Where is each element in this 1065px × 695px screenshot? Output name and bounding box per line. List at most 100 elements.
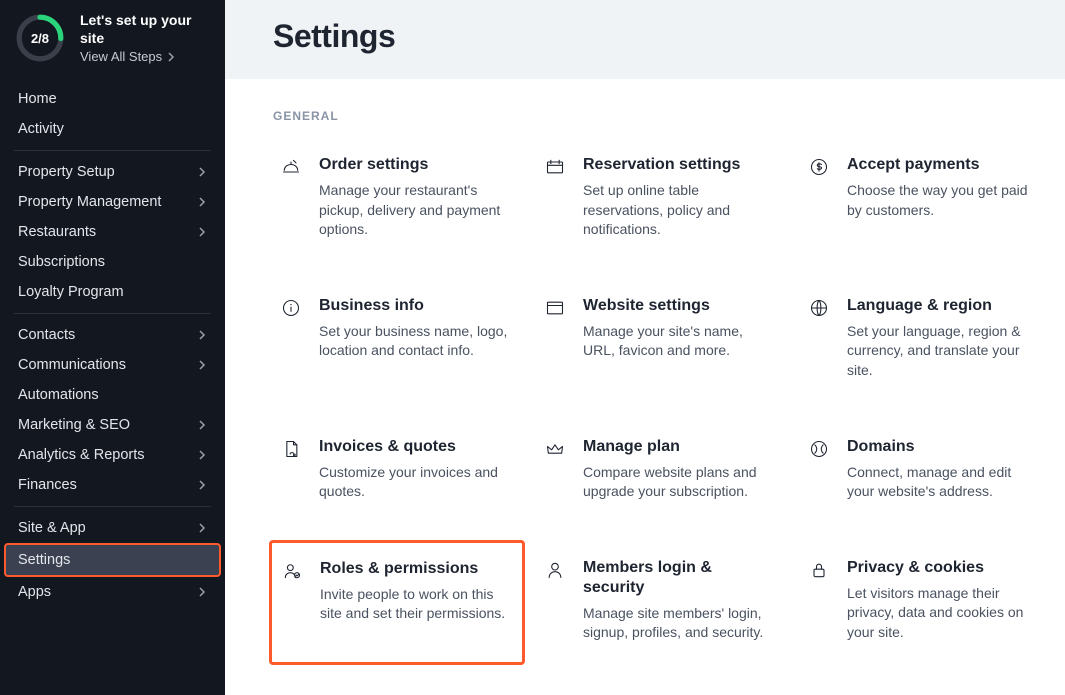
roles-icon — [282, 561, 302, 581]
setup-progress-ring: 2/8 — [14, 12, 66, 64]
sidebar-item-marketing-seo[interactable]: Marketing & SEO — [14, 410, 211, 440]
card-desc: Manage site members' login, signup, prof… — [583, 604, 777, 643]
sidebar-item-restaurants[interactable]: Restaurants — [14, 217, 211, 247]
settings-card-language-region[interactable]: Language & region Set your language, regi… — [801, 286, 1049, 391]
sidebar-item-label: Marketing & SEO — [18, 417, 130, 433]
chevron-right-icon — [197, 587, 207, 597]
sidebar-item-label: Site & App — [18, 520, 86, 536]
sidebar-item-label: Property Management — [18, 194, 161, 210]
settings-card-reservation-settings[interactable]: Reservation settings Set up online table … — [537, 145, 785, 250]
card-title: Accept payments — [847, 155, 1041, 175]
sidebar-item-activity[interactable]: Activity — [14, 114, 211, 144]
card-desc: Connect, manage and edit your website's … — [847, 463, 1041, 502]
card-title: Manage plan — [583, 437, 777, 457]
card-desc: Set your business name, logo, location a… — [319, 322, 513, 361]
card-title: Invoices & quotes — [319, 437, 513, 457]
settings-card-domains[interactable]: Domains Connect, manage and edit your web… — [801, 427, 1049, 512]
settings-card-website-settings[interactable]: Website settings Manage your site's name,… — [537, 286, 785, 391]
sidebar: 2/8 Let's set up your site View All Step… — [0, 0, 225, 695]
card-desc: Let visitors manage their privacy, data … — [847, 584, 1041, 643]
sidebar-item-label: Loyalty Program — [18, 284, 124, 300]
setup-block: 2/8 Let's set up your site View All Step… — [0, 0, 225, 78]
card-title: Reservation settings — [583, 155, 777, 175]
card-desc: Customize your invoices and quotes. — [319, 463, 513, 502]
sidebar-item-subscriptions[interactable]: Subscriptions — [14, 247, 211, 277]
chevron-right-icon — [197, 197, 207, 207]
settings-card-order-settings[interactable]: Order settings Manage your restaurant's p… — [273, 145, 521, 250]
setup-view-all-link[interactable]: View All Steps — [80, 49, 211, 64]
nav-group: Home Activity — [14, 78, 211, 150]
bell-plate-icon — [281, 157, 301, 177]
card-desc: Choose the way you get paid by customers… — [847, 181, 1041, 220]
sidebar-item-label: Contacts — [18, 327, 75, 343]
settings-card-roles-permissions[interactable]: Roles & permissionsInvite people to work… — [269, 540, 525, 665]
card-title: Domains — [847, 437, 1041, 457]
card-title: Members login & security — [583, 558, 777, 598]
card-title: Order settings — [319, 155, 513, 175]
sidebar-item-settings[interactable]: Settings — [4, 543, 221, 577]
settings-card-accept-payments[interactable]: Accept payments Choose the way you get pa… — [801, 145, 1049, 250]
domain-icon — [809, 439, 829, 459]
chevron-right-icon — [197, 523, 207, 533]
sidebar-item-analytics-reports[interactable]: Analytics & Reports — [14, 440, 211, 470]
page-title: Settings — [273, 18, 1017, 55]
crown-icon — [545, 439, 565, 459]
sidebar-item-label: Subscriptions — [18, 254, 105, 270]
lock-icon — [809, 560, 829, 580]
sidebar-item-loyalty-program[interactable]: Loyalty Program — [14, 277, 211, 307]
setup-link-label: View All Steps — [80, 49, 162, 64]
card-desc: Compare website plans and upgrade your s… — [583, 463, 777, 502]
chevron-right-icon — [197, 227, 207, 237]
sidebar-item-home[interactable]: Home — [14, 84, 211, 114]
settings-card-invoices-quotes[interactable]: Invoices & quotes Customize your invoices… — [273, 427, 521, 512]
sidebar-item-finances[interactable]: Finances — [14, 470, 211, 500]
info-icon — [281, 298, 301, 318]
card-desc: Manage your site's name, URL, favicon an… — [583, 322, 777, 361]
sidebar-item-label: Finances — [18, 477, 77, 493]
chevron-right-icon — [166, 52, 176, 62]
sidebar-item-label: Analytics & Reports — [18, 447, 145, 463]
sidebar-item-automations[interactable]: Automations — [14, 380, 211, 410]
chevron-right-icon — [197, 167, 207, 177]
card-title: Roles & permissions — [320, 559, 512, 579]
sidebar-item-contacts[interactable]: Contacts — [14, 320, 211, 350]
sidebar-item-property-setup[interactable]: Property Setup — [14, 157, 211, 187]
card-desc: Manage your restaurant's pickup, deliver… — [319, 181, 513, 240]
settings-grid: Order settings Manage your restaurant's p… — [273, 145, 1065, 653]
nav-group: Contacts Communications Automations Marketi… — [14, 313, 211, 506]
card-title: Business info — [319, 296, 513, 316]
chevron-right-icon — [197, 420, 207, 430]
card-title: Website settings — [583, 296, 777, 316]
setup-title: Let's set up your site — [80, 12, 211, 47]
members-icon — [545, 560, 565, 580]
setup-progress-label: 2/8 — [14, 12, 66, 64]
browser-icon — [545, 298, 565, 318]
chevron-right-icon — [197, 360, 207, 370]
settings-card-business-info[interactable]: Business info Set your business name, log… — [273, 286, 521, 391]
sidebar-item-label: Home — [18, 91, 57, 107]
settings-card-manage-plan[interactable]: Manage plan Compare website plans and upg… — [537, 427, 785, 512]
settings-card-privacy-cookies[interactable]: Privacy & cookies Let visitors manage the… — [801, 548, 1049, 653]
page-header: Settings — [225, 0, 1065, 75]
chevron-right-icon — [197, 330, 207, 340]
sidebar-item-label: Settings — [18, 552, 70, 568]
settings-panel: GENERAL Order settingsManage your restau… — [225, 79, 1065, 695]
invoice-icon — [281, 439, 301, 459]
chevron-right-icon — [197, 480, 207, 490]
dollar-icon — [809, 157, 829, 177]
card-title: Privacy & cookies — [847, 558, 1041, 578]
sidebar-item-label: Activity — [18, 121, 64, 137]
sidebar-item-property-management[interactable]: Property Management — [14, 187, 211, 217]
card-title: Language & region — [847, 296, 1041, 316]
reservation-icon — [545, 157, 565, 177]
card-desc: Set up online table reservations, policy… — [583, 181, 777, 240]
card-desc: Set your language, region & currency, an… — [847, 322, 1041, 381]
sidebar-item-site-app[interactable]: Site & App — [14, 513, 211, 543]
sidebar-item-label: Automations — [18, 387, 99, 403]
settings-card-members-login-security[interactable]: Members login & security Manage site memb… — [537, 548, 785, 653]
sidebar-item-apps[interactable]: Apps — [14, 577, 211, 607]
sidebar-item-label: Property Setup — [18, 164, 115, 180]
sidebar-item-communications[interactable]: Communications — [14, 350, 211, 380]
chevron-right-icon — [197, 450, 207, 460]
sidebar-item-label: Restaurants — [18, 224, 96, 240]
